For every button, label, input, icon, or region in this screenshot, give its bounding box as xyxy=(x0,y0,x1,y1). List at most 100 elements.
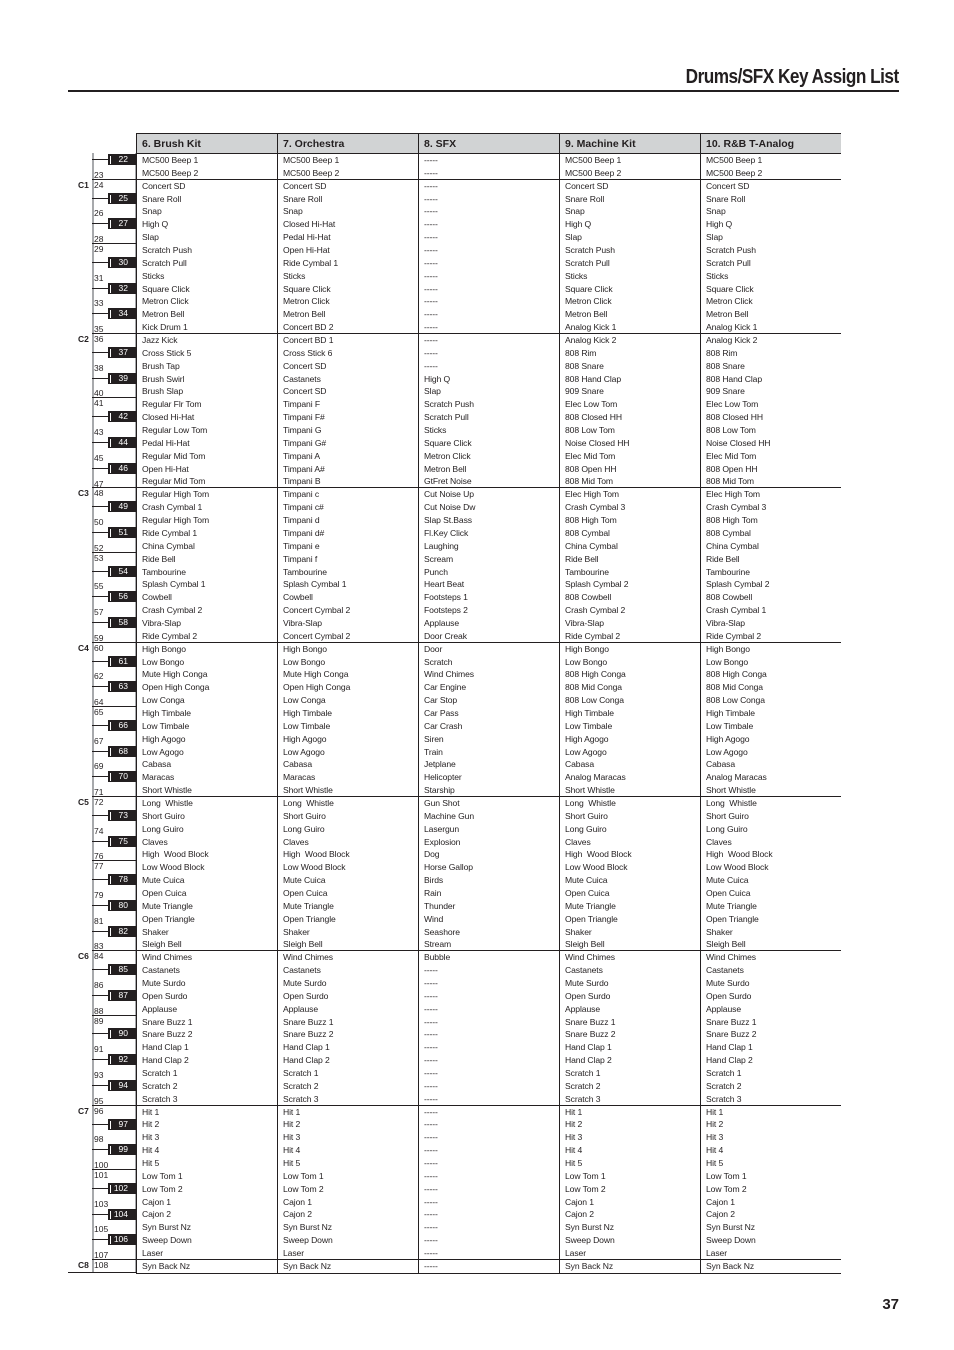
table-cell: Metron Click xyxy=(136,295,277,309)
table-row: Kick Drum 1 Concert BD 2 ----- Analog Kick … xyxy=(136,321,841,335)
table-cell: Sticks xyxy=(136,269,277,283)
table-cell: Mute Surdo xyxy=(277,977,418,990)
table-cell: Open Triangle xyxy=(559,912,700,926)
black-key: 32 xyxy=(108,282,136,294)
table-cell: ----- xyxy=(418,1118,559,1132)
key-divider xyxy=(92,969,108,971)
table-cell: Metron Bell xyxy=(136,308,277,322)
white-key-number: 36 xyxy=(94,334,104,345)
white-key-number: 84 xyxy=(94,951,104,962)
table-row: Snare Buzz 2 Snare Buzz 2 ----- Snare Buzz … xyxy=(136,1028,841,1042)
table-cell: Tambourine xyxy=(700,565,841,579)
table-row: Sleigh Bell Sleigh Bell Stream Sleigh Bell S… xyxy=(136,938,841,952)
table-cell: Slap xyxy=(418,385,559,399)
white-key-number: 43 xyxy=(94,427,104,438)
table-cell: High Q xyxy=(418,372,559,386)
table-cell: Timpani A xyxy=(277,449,418,463)
table-cell: Helicopter xyxy=(418,771,559,785)
key-divider xyxy=(92,351,108,353)
table-cell: Short Whistle xyxy=(277,784,418,796)
table-row: Scratch Push Open Hi-Hat ----- Scratch Push… xyxy=(136,244,841,257)
table-cell: 808 Closed HH xyxy=(559,411,700,425)
table-cell: 808 Open HH xyxy=(700,462,841,476)
table-row: Hit 5 Hit 5 ----- Hit 5 Hit 5 xyxy=(136,1157,841,1170)
table-cell: Sleigh Bell xyxy=(700,938,841,951)
table-row: Mute Triangle Mute Triangle Thunder Mute Tr… xyxy=(136,899,841,913)
table-cell: Open Triangle xyxy=(277,912,418,926)
table-row: Pedal Hi-Hat Timpani G# Square Click Noise … xyxy=(136,436,841,450)
key-divider xyxy=(92,1059,108,1061)
table-row: Regular High Tom Timpani c Cut Noise Up Ele… xyxy=(136,488,841,502)
table-cell: High Agogo xyxy=(559,732,700,746)
table-cell: Low Tom 2 xyxy=(277,1182,418,1196)
key-divider xyxy=(92,621,108,623)
table-cell: ----- xyxy=(418,1234,559,1248)
table-cell: Low Agogo xyxy=(700,745,841,759)
table-cell: MC500 Beep 2 xyxy=(559,166,700,179)
table-cell: 808 Mid Tom xyxy=(559,475,700,488)
table-cell: ----- xyxy=(418,205,559,219)
black-key: 87 xyxy=(108,989,136,1001)
key-divider xyxy=(92,994,108,996)
table-cell: Hit 2 xyxy=(277,1118,418,1132)
black-key: 92 xyxy=(108,1054,136,1066)
table-cell: High Q xyxy=(559,218,700,232)
table-cell: Rain xyxy=(418,886,559,900)
table-cell: 808 Open HH xyxy=(559,462,700,476)
table-cell: Claves xyxy=(277,835,418,849)
table-cell: Sleigh Bell xyxy=(559,938,700,951)
table-cell: Open Cuica xyxy=(700,886,841,900)
table-cell: Noise Closed HH xyxy=(700,436,841,450)
table-row: Scratch Pull Ride Cymbal 1 ----- Scratch Pu… xyxy=(136,256,841,270)
table-cell: Square Click xyxy=(277,282,418,296)
table-cell: Siren xyxy=(418,732,559,746)
table-cell: ----- xyxy=(418,1041,559,1055)
table-cell: ----- xyxy=(418,269,559,283)
table-cell: Analog Maracas xyxy=(700,771,841,785)
table-cell: Sticks xyxy=(559,269,700,283)
key-divider xyxy=(92,159,108,160)
key-divider xyxy=(92,596,108,598)
black-key: 51 xyxy=(108,526,136,538)
table-cell: Low Bongo xyxy=(277,655,418,669)
table-row: China Cymbal Timpani e Laughing China Cymba… xyxy=(136,539,841,553)
table-cell: Cajon 2 xyxy=(559,1208,700,1222)
table-row: Snare Buzz 1 Snare Buzz 1 ----- Snare Buzz … xyxy=(136,1015,841,1029)
table-cell: Analog Maracas xyxy=(559,771,700,785)
table-row: Low Timbale Low Timbale Car Crash Low Timba… xyxy=(136,719,841,733)
table-cell: Sleigh Bell xyxy=(136,938,277,951)
table-cell: Snare Roll xyxy=(277,192,418,206)
table-cell: Hit 2 xyxy=(136,1118,277,1132)
table-cell: Metron Bell xyxy=(277,308,418,322)
table-row: Regular Mid Tom Timpani A Metron Click Elec… xyxy=(136,449,841,463)
table-row: MC500 Beep 1 MC500 Beep 1 ----- MC500 Beep … xyxy=(136,154,841,167)
table-cell: Vibra-Slap xyxy=(136,616,277,630)
table-cell: Low Agogo xyxy=(277,745,418,759)
table-row: Ride Cymbal 1 Timpani d# Fl.Key Click 808 C… xyxy=(136,526,841,540)
table-cell: Mute High Conga xyxy=(136,668,277,682)
black-key: 56 xyxy=(108,591,136,603)
table-row: Cowbell Cowbell Footsteps 1 808 Cowbell 808 … xyxy=(136,591,841,605)
table-cell: Timpani c xyxy=(277,488,418,502)
table-cell: Analog Kick 2 xyxy=(700,334,841,347)
table-cell: ----- xyxy=(418,359,559,373)
table-cell: Syn Back Nz xyxy=(277,1259,418,1273)
table-cell: Gun Shot xyxy=(418,796,559,810)
table-cell: 808 High Tom xyxy=(700,514,841,527)
white-key-number: 24 xyxy=(94,179,104,190)
white-key-number: 101 xyxy=(94,1169,109,1180)
table-cell: Hand Clap 2 xyxy=(277,1054,418,1068)
table-cell: Snare Buzz 2 xyxy=(136,1028,277,1042)
table-cell: Crash Cymbal 3 xyxy=(559,501,700,515)
table-cell: ----- xyxy=(418,1247,559,1259)
table-cell: Timpani G# xyxy=(277,436,418,450)
table-cell: Starship xyxy=(418,784,559,796)
table-cell: Hit 4 xyxy=(277,1144,418,1158)
table-cell: Low Tom 1 xyxy=(700,1169,841,1183)
table-cell: 808 Low Tom xyxy=(559,424,700,437)
table-row: Scratch 2 Scratch 2 ----- Scratch 2 Scratch … xyxy=(136,1079,841,1093)
black-key: 25 xyxy=(108,192,136,204)
table-cell: Snare Roll xyxy=(700,192,841,206)
table-cell: 808 Mid Conga xyxy=(700,681,841,695)
table-row: High Wood Block High Wood Block Dog High Wo… xyxy=(136,848,841,862)
